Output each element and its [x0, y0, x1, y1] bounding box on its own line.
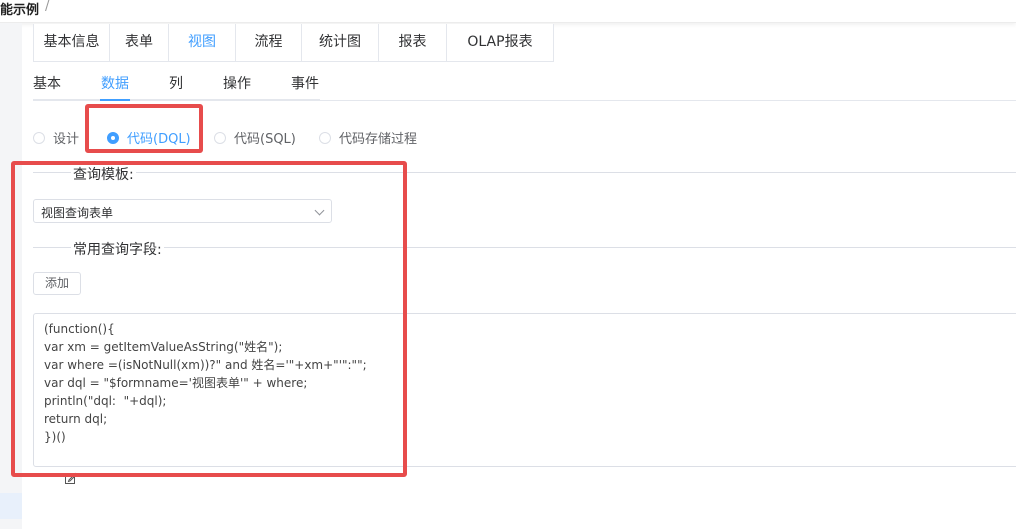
- left-sidebar-strip: [0, 23, 22, 529]
- subtab-divider: [320, 100, 1016, 101]
- code-line: })(): [44, 430, 66, 444]
- radio-dot: [107, 131, 119, 144]
- code-line: var dql = "$formname='视图表单'" + where;: [44, 376, 308, 390]
- top-tabs: 基本信息 表单 视图 流程 统计图 报表 OLAP报表: [33, 24, 554, 62]
- top-bar: 能示例 /: [0, 0, 1016, 23]
- tab-view[interactable]: 视图: [169, 24, 236, 61]
- subtab-active-indicator: [100, 99, 130, 101]
- radio-code-stored-procedure[interactable]: 代码存储过程: [319, 128, 417, 147]
- section-divider-common-fields: [33, 247, 1016, 248]
- sidebar-active-marker[interactable]: [0, 493, 22, 519]
- sub-tabs: 基本 数据 列 操作 事件: [33, 64, 320, 101]
- tab-basic-info[interactable]: 基本信息: [34, 24, 110, 61]
- edit-icon[interactable]: [64, 471, 78, 485]
- subtab-actions[interactable]: 操作: [223, 73, 251, 93]
- radio-code-sql[interactable]: 代码(SQL): [214, 128, 296, 147]
- tab-olap-report[interactable]: OLAP报表: [447, 24, 553, 61]
- breadcrumb-separator: /: [45, 0, 50, 14]
- radio-design[interactable]: 设计: [33, 128, 79, 147]
- query-template-select[interactable]: 视图查询表单: [33, 199, 332, 223]
- code-line: var where =(isNotNull(xm))?" and 姓名='"+x…: [44, 358, 367, 372]
- subtab-columns[interactable]: 列: [169, 73, 183, 93]
- breadcrumb-title: 能示例: [0, 3, 40, 18]
- tab-chart[interactable]: 统计图: [302, 24, 379, 61]
- chevron-down-icon: [314, 205, 325, 216]
- radio-label: 设计: [53, 132, 80, 147]
- radio-dot: [214, 131, 226, 144]
- query-template-heading: 查询模板:: [71, 164, 136, 184]
- add-button[interactable]: 添加: [33, 272, 81, 295]
- tab-form[interactable]: 表单: [110, 24, 169, 61]
- section-divider-query-template: [33, 172, 1016, 173]
- code-line: println("dql: "+dql);: [44, 394, 167, 408]
- subtab-data[interactable]: 数据: [101, 73, 129, 93]
- tab-report[interactable]: 报表: [379, 24, 447, 61]
- subtab-basic[interactable]: 基本: [33, 73, 61, 93]
- query-template-value: 视图查询表单: [41, 206, 114, 220]
- code-editor[interactable]: (function(){ var xm = getItemValueAsStri…: [33, 313, 1016, 467]
- code-line: (function(){: [44, 322, 115, 336]
- radio-dot: [33, 131, 45, 144]
- common-fields-heading: 常用查询字段:: [71, 239, 164, 259]
- radio-dot: [319, 131, 331, 144]
- code-line: return dql;: [44, 412, 108, 426]
- code-line: var xm = getItemValueAsString("姓名");: [44, 340, 283, 354]
- tab-flow[interactable]: 流程: [236, 24, 302, 61]
- radio-code-dql[interactable]: 代码(DQL): [107, 128, 191, 147]
- radio-label: 代码(DQL): [127, 132, 191, 147]
- subtab-events[interactable]: 事件: [291, 73, 319, 93]
- radio-label: 代码存储过程: [339, 132, 418, 147]
- radio-label: 代码(SQL): [234, 132, 296, 147]
